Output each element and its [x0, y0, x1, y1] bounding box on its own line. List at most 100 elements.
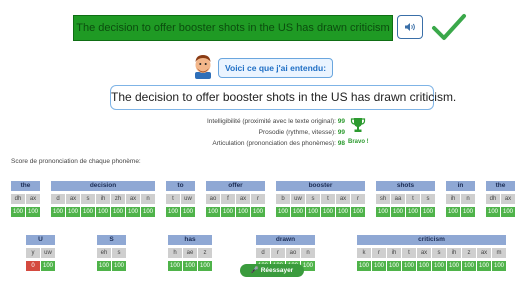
retry-label: Réessayer — [260, 267, 294, 274]
phoneme-score: 100 — [376, 207, 390, 217]
metric-label: Articulation (prononciation des phonèmes… — [212, 140, 336, 147]
phoneme-score: 100 — [447, 261, 461, 271]
phoneme-cell: b — [276, 194, 290, 204]
phoneme-cell: eh — [97, 248, 111, 258]
phoneme-score: 100 — [391, 207, 405, 217]
phoneme-score: 100 — [501, 207, 515, 217]
phoneme-cell: ax — [336, 194, 350, 204]
word-label: U — [26, 235, 55, 245]
phoneme-cell: ih — [446, 194, 460, 204]
retry-button[interactable]: 🎤 Réessayer — [240, 264, 304, 277]
word-group: decision d 100 ax 100 s 100 ih 100 zh 100 ax 100 n 100 — [51, 181, 155, 217]
phoneme-cell: f — [221, 194, 235, 204]
play-audio-button[interactable] — [397, 15, 423, 39]
bravo-label: Bravo ! — [348, 139, 369, 145]
phoneme-score-title: Score de prononciation de chaque phonème… — [11, 158, 141, 165]
phoneme-cell: sh — [376, 194, 390, 204]
phoneme-score: 0 — [26, 261, 40, 271]
phoneme-score: 100 — [198, 261, 212, 271]
metric-label: Prosodie (rythme, vitesse): — [258, 129, 336, 136]
phoneme-cell: zh — [111, 194, 125, 204]
phoneme-score: 100 — [81, 207, 95, 217]
word-label: drawn — [256, 235, 315, 245]
phoneme-cell: ax — [126, 194, 140, 204]
word-label: the — [11, 181, 40, 191]
phoneme-score: 100 — [492, 261, 506, 271]
phoneme-score: 100 — [141, 207, 155, 217]
phoneme-score: 100 — [461, 207, 475, 217]
phoneme-score: 100 — [181, 207, 195, 217]
phoneme-cell: ax — [501, 194, 515, 204]
phoneme-score: 100 — [291, 207, 305, 217]
avatar — [195, 55, 211, 79]
word-label: to — [166, 181, 195, 191]
word-group: criticism k 100 r 100 ih 100 t 100 ax 100 s 100 ih 100… — [357, 235, 506, 271]
phoneme-score: 100 — [26, 207, 40, 217]
phoneme-cell: uw — [181, 194, 195, 204]
phoneme-cell: r — [251, 194, 265, 204]
phoneme-cell: ih — [447, 248, 461, 258]
word-group: has h 100 ae 100 z 100 — [168, 235, 212, 271]
phoneme-cell: ao — [206, 194, 220, 204]
phoneme-score: 100 — [336, 207, 350, 217]
phoneme-score: 100 — [446, 207, 460, 217]
phoneme-score: 100 — [306, 207, 320, 217]
phoneme-score: 100 — [206, 207, 220, 217]
metric-prosody: Prosodie (rythme, vitesse): 99 — [130, 127, 345, 138]
word-group: booster b 100 uw 100 s 100 t 100 ax 100 r 100 — [276, 181, 365, 217]
phoneme-score: 100 — [97, 261, 111, 271]
phoneme-score: 100 — [168, 261, 182, 271]
metrics-list: Intelligibilité (proximité avec le texte… — [130, 116, 345, 149]
phoneme-cell: dh — [486, 194, 500, 204]
phoneme-cell: z — [462, 248, 476, 258]
phoneme-score: 100 — [236, 207, 250, 217]
phoneme-cell: uw — [291, 194, 305, 204]
phoneme-cell: t — [166, 194, 180, 204]
phoneme-score: 100 — [276, 207, 290, 217]
phoneme-cell: t — [402, 248, 416, 258]
phoneme-score: 100 — [183, 261, 197, 271]
phoneme-score: 100 — [126, 207, 140, 217]
heard-transcription: The decision to offer booster shots in t… — [110, 85, 456, 110]
word-label: shots — [376, 181, 435, 191]
word-label: decision — [51, 181, 155, 191]
phoneme-score: 100 — [432, 261, 446, 271]
phoneme-score: 100 — [112, 261, 126, 271]
metric-value: 99 — [337, 129, 345, 136]
word-label: booster — [276, 181, 365, 191]
word-group: shots sh 100 aa 100 t 100 s 100 — [376, 181, 435, 217]
phoneme-cell: s — [432, 248, 446, 258]
phoneme-cell: r — [372, 248, 386, 258]
phoneme-cell: uw — [41, 248, 55, 258]
phoneme-cell: n — [141, 194, 155, 204]
phoneme-cell: s — [81, 194, 95, 204]
phoneme-score: 100 — [421, 207, 435, 217]
trophy-icon — [350, 118, 366, 132]
phoneme-cell: ax — [236, 194, 250, 204]
phoneme-score: 100 — [41, 261, 55, 271]
phoneme-cell: y — [26, 248, 40, 258]
word-label: criticism — [357, 235, 506, 245]
target-sentence-bar: The decision to offer booster shots in t… — [73, 15, 393, 41]
phoneme-score: 100 — [387, 261, 401, 271]
phoneme-cell: s — [306, 194, 320, 204]
phoneme-score: 100 — [402, 261, 416, 271]
phoneme-cell: ae — [183, 248, 197, 258]
metric-value: 98 — [337, 140, 345, 147]
phoneme-cell: r — [271, 248, 285, 258]
phoneme-score: 100 — [251, 207, 265, 217]
phoneme-cell: ax — [417, 248, 431, 258]
checkmark-icon — [432, 14, 466, 40]
metric-value: 99 — [337, 118, 345, 125]
phoneme-score: 100 — [96, 207, 110, 217]
word-group: Uy 0 uw 100 — [26, 235, 55, 271]
phoneme-cell: z — [198, 248, 212, 258]
heard-button[interactable]: Voici ce que j'ai entendu: — [218, 58, 333, 78]
phoneme-cell: s — [421, 194, 435, 204]
phoneme-cell: d — [256, 248, 270, 258]
metric-label: Intelligibilité (proximité avec le texte… — [206, 118, 336, 125]
word-group: the dh 100 ax 100 — [11, 181, 40, 217]
phoneme-score: 100 — [406, 207, 420, 217]
phoneme-score: 100 — [166, 207, 180, 217]
word-group: Seh 100 s 100 — [97, 235, 126, 271]
